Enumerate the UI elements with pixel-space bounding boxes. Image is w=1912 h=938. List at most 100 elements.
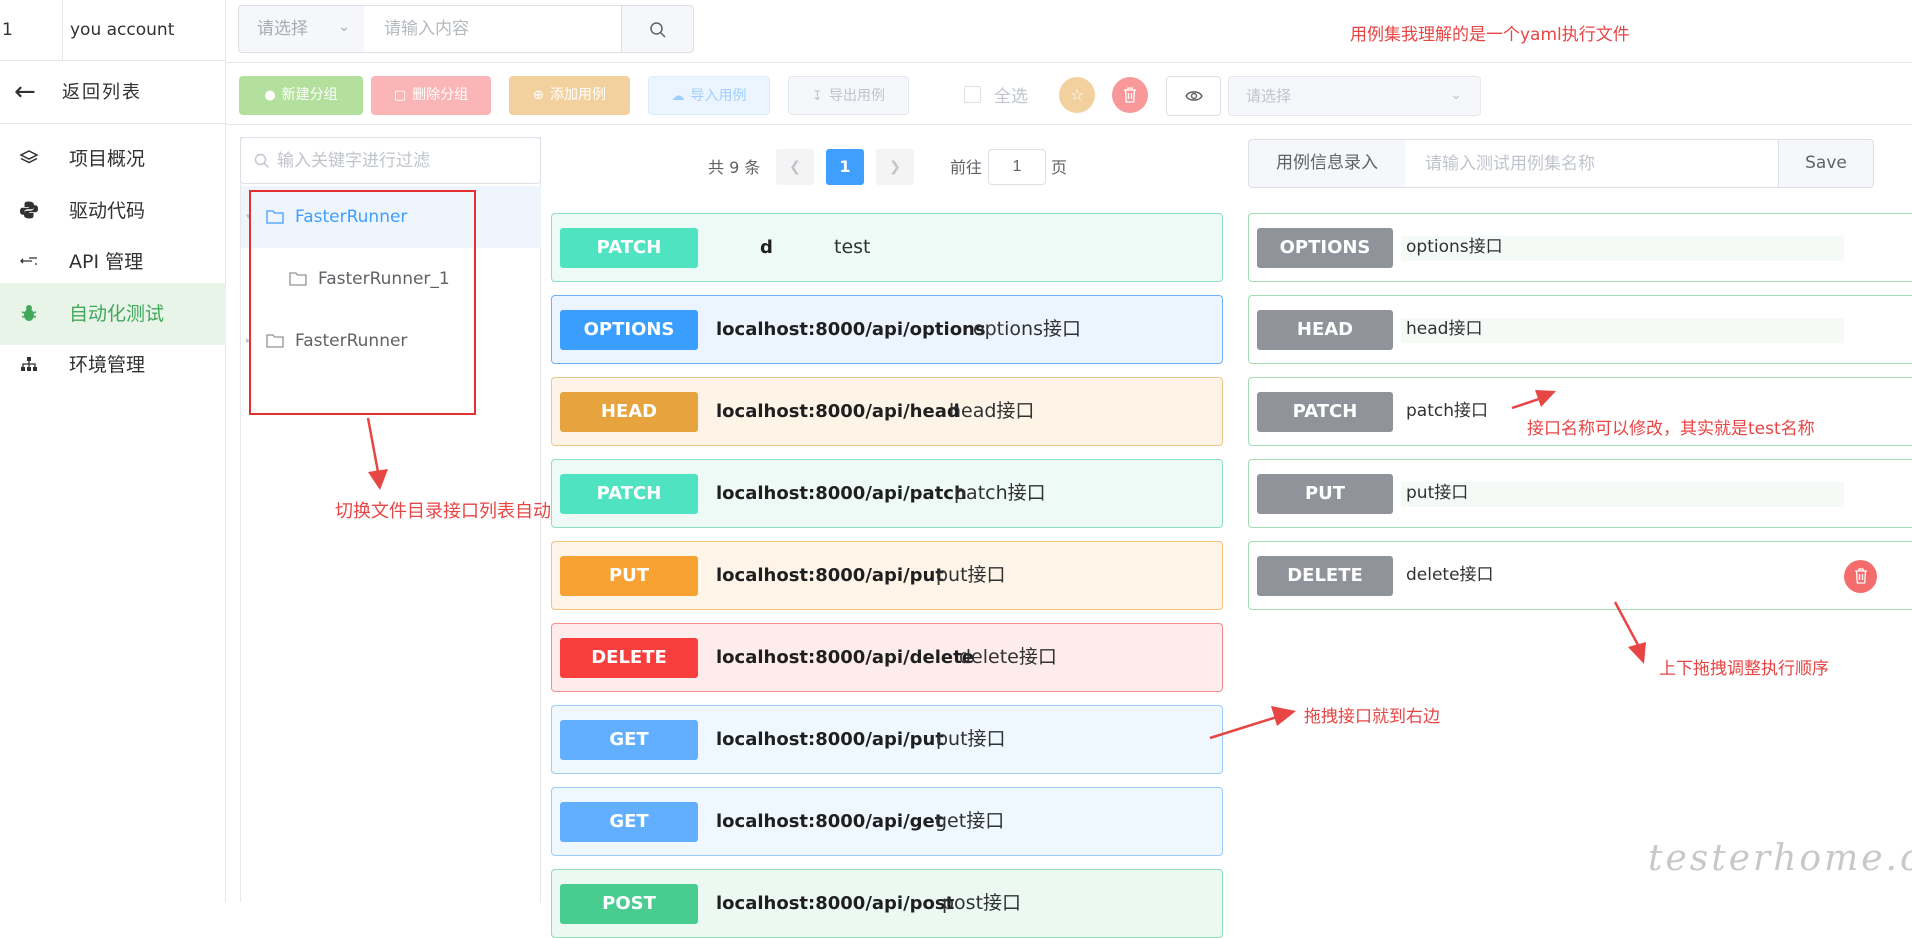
trash-icon <box>1855 568 1867 584</box>
step-name[interactable]: delete接口 <box>1406 542 1494 609</box>
download-icon: ↧ <box>812 89 823 104</box>
api-desc: put接口 <box>936 564 1006 586</box>
account-number: 1 <box>0 0 63 61</box>
method-badge: HEAD <box>560 392 698 432</box>
save-button[interactable]: Save <box>1778 139 1874 188</box>
api-url: localhost:8000/api/post <box>716 893 955 914</box>
star-icon: ☆ <box>1069 85 1085 104</box>
api-desc: put接口 <box>936 728 1006 750</box>
api-card[interactable]: GET localhost:8000/api/get get接口 <box>551 787 1223 856</box>
method-badge: POST <box>560 884 698 924</box>
export-case-button[interactable]: ↧ 导出用例 <box>788 76 909 115</box>
step-name[interactable]: options接口 <box>1406 214 1503 281</box>
divider <box>226 62 1912 63</box>
api-icon <box>18 251 40 273</box>
api-card[interactable]: PATCH localhost:8000/api/patch patch接口 <box>551 459 1223 528</box>
star-button[interactable]: ☆ <box>1059 77 1095 113</box>
sidebar-item-label: 环境管理 <box>69 354 146 376</box>
back-label: 返回列表 <box>62 82 142 103</box>
case-info-label: 用例信息录入 <box>1248 139 1406 188</box>
annotation-drag: 拖拽接口就到右边 <box>1304 707 1440 727</box>
button-label: 导入用例 <box>690 88 747 104</box>
sitemap-icon <box>18 354 40 376</box>
api-card[interactable]: POST localhost:8000/api/post post接口 <box>551 869 1223 938</box>
page-label: 页 <box>1051 158 1068 177</box>
select-all-label[interactable]: 全选 <box>994 82 1028 107</box>
step-name[interactable]: put接口 <box>1406 460 1468 527</box>
method-badge: OPTIONS <box>560 310 698 350</box>
api-desc: test <box>834 236 871 258</box>
tree-filter[interactable] <box>240 137 541 184</box>
api-url: localhost:8000/api/options <box>716 319 986 340</box>
api-desc: delete接口 <box>959 646 1057 668</box>
env-select[interactable]: 请选择 ⌄ <box>1228 76 1481 116</box>
api-card[interactable]: GET localhost:8000/api/put put接口 <box>551 705 1223 774</box>
annotation-highlight-box <box>249 190 476 415</box>
step-name[interactable]: head接口 <box>1406 296 1482 363</box>
python-icon <box>18 200 40 222</box>
api-url: localhost:8000/api/head <box>716 401 960 422</box>
divider <box>226 124 1912 125</box>
api-desc: post接口 <box>942 892 1022 914</box>
method-badge: PATCH <box>1257 392 1393 432</box>
pagination-total: 共 9 条 <box>708 158 761 177</box>
method-badge: PATCH <box>560 474 698 514</box>
plus-circle-icon: ● <box>264 88 276 103</box>
account-name[interactable]: you account <box>70 0 174 61</box>
method-badge: GET <box>560 802 698 842</box>
tree-filter-input[interactable] <box>277 138 527 183</box>
view-button[interactable] <box>1166 76 1221 116</box>
case-name-input[interactable] <box>1405 139 1779 188</box>
api-url: d <box>760 237 773 258</box>
sidebar: 1 you account ← 返回列表 项目概况 驱动代码 API 管理 自动… <box>0 0 226 902</box>
new-group-button[interactable]: ● 新建分组 <box>239 76 363 115</box>
api-card[interactable]: HEAD localhost:8000/api/head head接口 <box>551 377 1223 446</box>
remove-step-button[interactable] <box>1844 560 1877 593</box>
select-all-checkbox[interactable] <box>964 86 981 103</box>
api-desc: head接口 <box>949 400 1035 422</box>
watermark: testerhome.com <box>1648 838 1912 879</box>
category-select[interactable]: 请选择 ⌄ <box>238 5 365 53</box>
delete-group-button[interactable]: ▢ 删除分组 <box>371 76 491 115</box>
cloud-upload-icon: ☁ <box>671 89 685 104</box>
api-card[interactable]: PUT localhost:8000/api/put put接口 <box>551 541 1223 610</box>
account-bar: 1 you account <box>0 0 226 61</box>
case-step[interactable]: PUT put接口 <box>1248 459 1912 528</box>
button-label: 导出用例 <box>828 88 885 104</box>
button-label: 删除分组 <box>412 87 469 103</box>
back-to-list[interactable]: ← 返回列表 <box>0 62 226 124</box>
page-number[interactable]: 1 <box>826 149 864 185</box>
goto-page-input[interactable] <box>988 149 1046 185</box>
method-badge: PATCH <box>560 228 698 268</box>
method-badge: HEAD <box>1257 310 1393 350</box>
eye-icon <box>1185 91 1203 101</box>
bug-icon <box>18 303 40 325</box>
sidebar-item-environment[interactable]: 环境管理 <box>0 334 226 396</box>
chevron-down-icon: ⌄ <box>1450 87 1462 103</box>
annotation-yaml: 用例集我理解的是一个yaml执行文件 <box>1350 25 1630 45</box>
button-label: 添加用例 <box>549 87 606 103</box>
plus-circle-icon: ⊕ <box>533 88 544 103</box>
annotation-order: 上下拖拽调整执行顺序 <box>1659 659 1829 679</box>
api-card[interactable]: PATCH d test <box>551 213 1223 282</box>
delete-button[interactable] <box>1112 77 1148 113</box>
search-button[interactable] <box>621 5 694 53</box>
prev-page-button[interactable]: ❮ <box>776 149 814 185</box>
case-step[interactable]: HEAD head接口 <box>1248 295 1912 364</box>
goto-label: 前往 <box>950 158 983 177</box>
api-url: localhost:8000/api/patch <box>716 483 967 504</box>
next-page-button[interactable]: ❯ <box>876 149 914 185</box>
import-case-button[interactable]: ☁ 导入用例 <box>648 76 770 115</box>
api-card[interactable]: OPTIONS localhost:8000/api/options optio… <box>551 295 1223 364</box>
search-input[interactable] <box>364 5 622 53</box>
layers-icon <box>18 148 40 170</box>
api-card[interactable]: DELETE localhost:8000/api/delete delete接… <box>551 623 1223 692</box>
api-url: localhost:8000/api/delete <box>716 647 974 668</box>
case-step[interactable]: OPTIONS options接口 <box>1248 213 1912 282</box>
method-badge: GET <box>560 720 698 760</box>
case-step[interactable]: DELETE delete接口 <box>1248 541 1912 610</box>
select-placeholder: 请选择 <box>1246 87 1292 105</box>
step-name[interactable]: patch接口 <box>1406 378 1488 445</box>
search-icon <box>254 153 269 168</box>
add-case-button[interactable]: ⊕ 添加用例 <box>509 76 630 115</box>
